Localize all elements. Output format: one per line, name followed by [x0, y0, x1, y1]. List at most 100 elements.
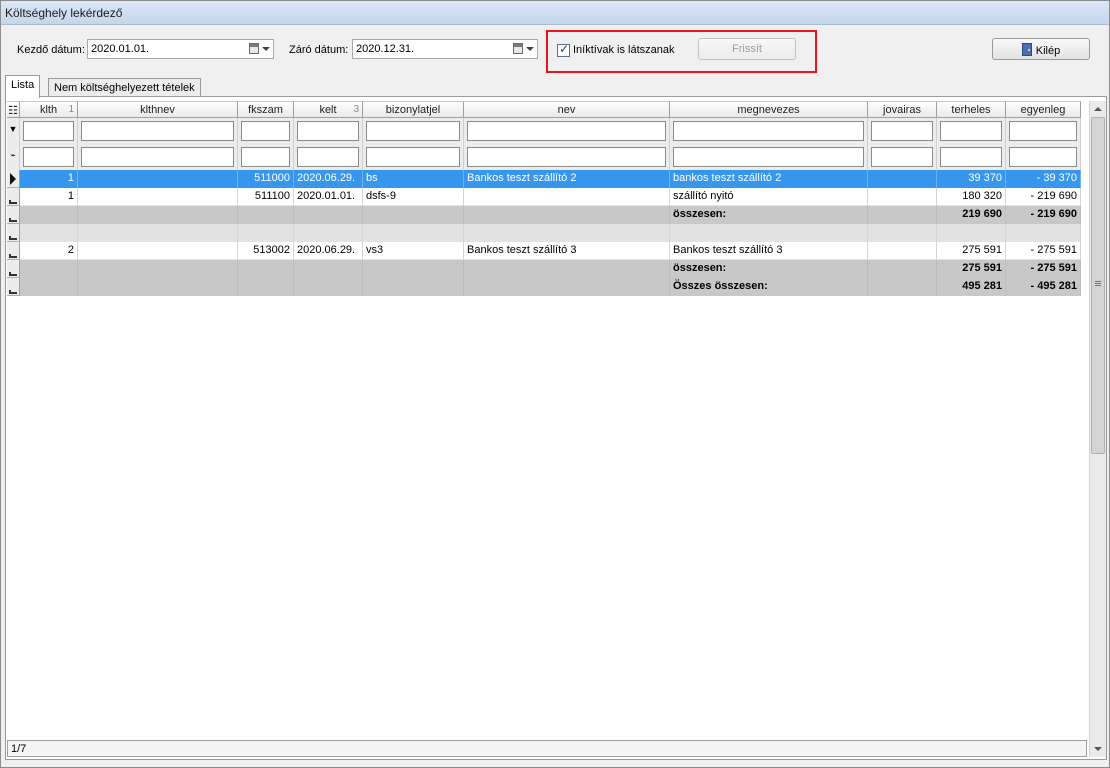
- filter-input-jovairas[interactable]: [871, 121, 933, 141]
- search-input-nev[interactable]: [467, 147, 666, 167]
- search-input-jovairas[interactable]: [871, 147, 933, 167]
- row-indicator[interactable]: [7, 242, 20, 260]
- column-header-megnevezes[interactable]: megnevezes: [670, 101, 868, 118]
- exit-button[interactable]: Kilép: [992, 38, 1090, 60]
- column-header-label: fkszam: [248, 104, 283, 116]
- column-chooser-icon[interactable]: ☷: [7, 101, 20, 118]
- current-row-pointer-icon: [10, 173, 16, 185]
- filter-cell-jovairas: [868, 118, 937, 144]
- cell-megnevezes: Bankos teszt szállító 3: [670, 242, 868, 260]
- column-header-kelt[interactable]: kelt 3: [294, 101, 363, 118]
- end-date-value: 2020.12.31.: [356, 43, 415, 55]
- cell-egyenleg: - 219 690: [1006, 206, 1081, 224]
- column-header-egyenleg[interactable]: egyenleg: [1006, 101, 1081, 118]
- filter-input-terheles[interactable]: [940, 121, 1002, 141]
- cell-egyenleg: [1006, 224, 1081, 242]
- table-row[interactable]: 1 511000 2020.06.29. bs Bankos teszt szállít…: [7, 170, 1087, 188]
- inactive-checkbox[interactable]: ✓: [557, 42, 570, 57]
- cell-kelt: [294, 206, 363, 224]
- cell-jovairas: [868, 278, 937, 296]
- row-indicator[interactable]: [7, 188, 20, 206]
- search-input-kelt[interactable]: [297, 147, 359, 167]
- filter-cell-bizonylatjel: [363, 118, 464, 144]
- row-marker-icon: [9, 236, 17, 240]
- vertical-scrollbar[interactable]: [1089, 101, 1106, 757]
- search-cell-klthnev: [78, 144, 238, 170]
- search-input-klthnev[interactable]: [81, 147, 234, 167]
- search-cell-megnevezes: [670, 144, 868, 170]
- scrollbar-thumb[interactable]: [1091, 117, 1105, 454]
- row-indicator[interactable]: [7, 224, 20, 242]
- filter-input-klthnev[interactable]: [81, 121, 234, 141]
- tab-nem-koltseghelyezett[interactable]: Nem költséghelyezett tételek: [48, 78, 201, 98]
- search-input-egyenleg[interactable]: [1009, 147, 1077, 167]
- dropdown-arrow-icon: [262, 47, 270, 51]
- filter-input-klth[interactable]: [23, 121, 74, 141]
- cell-kelt: 2020.06.29.: [294, 170, 363, 188]
- search-input-bizonylatjel[interactable]: [366, 147, 460, 167]
- cell-klth: 1: [20, 170, 78, 188]
- cell-jovairas: [868, 224, 937, 242]
- search-input-megnevezes[interactable]: [673, 147, 864, 167]
- search-input-klth[interactable]: [23, 147, 74, 167]
- cell-fkszam: 513002: [238, 242, 294, 260]
- cell-megnevezes: szállító nyitó: [670, 188, 868, 206]
- filter-cell-egyenleg: [1006, 118, 1081, 144]
- filter-input-fkszam[interactable]: [241, 121, 290, 141]
- start-date-picker-button[interactable]: [249, 42, 271, 56]
- row-indicator[interactable]: [7, 278, 20, 296]
- cell-jovairas: [868, 206, 937, 224]
- cell-kelt: 2020.06.29.: [294, 242, 363, 260]
- column-header-fkszam[interactable]: fkszam: [238, 101, 294, 118]
- inactive-checkbox-label[interactable]: Iníktívak is látszanak: [573, 44, 675, 56]
- cell-terheles: 275 591: [937, 242, 1006, 260]
- end-date-field[interactable]: 2020.12.31.: [352, 39, 538, 59]
- filter-input-egyenleg[interactable]: [1009, 121, 1077, 141]
- search-input-fkszam[interactable]: [241, 147, 290, 167]
- cell-egyenleg: - 219 690: [1006, 188, 1081, 206]
- filter-input-nev[interactable]: [467, 121, 666, 141]
- filter-cell-megnevezes: [670, 118, 868, 144]
- cell-kelt: [294, 260, 363, 278]
- column-header-nev[interactable]: nev: [464, 101, 670, 118]
- search-cell-egyenleg: [1006, 144, 1081, 170]
- cell-klthnev: [78, 260, 238, 278]
- refresh-button[interactable]: Frissít: [698, 38, 796, 60]
- scroll-up-icon[interactable]: [1094, 107, 1102, 111]
- main-window: Költséghely lekérdező Kezdő dátum: 2020.…: [0, 0, 1110, 768]
- end-date-picker-button[interactable]: [513, 42, 535, 56]
- row-indicator[interactable]: [7, 170, 20, 188]
- column-header-terheles[interactable]: terheles: [937, 101, 1006, 118]
- start-date-field[interactable]: 2020.01.01.: [87, 39, 274, 59]
- search-cell-fkszam: [238, 144, 294, 170]
- tab-lista[interactable]: Lista: [5, 75, 41, 98]
- cell-klth: 2: [20, 242, 78, 260]
- column-header-klthnev[interactable]: klthnev: [78, 101, 238, 118]
- search-input-terheles[interactable]: [940, 147, 1002, 167]
- cell-nev: [464, 206, 670, 224]
- cell-bizonylatjel: [363, 206, 464, 224]
- column-header-bizonylatjel[interactable]: bizonylatjel: [363, 101, 464, 118]
- cell-fkszam: [238, 206, 294, 224]
- filter-input-kelt[interactable]: [297, 121, 359, 141]
- row-indicator[interactable]: [7, 206, 20, 224]
- cell-terheles: 495 281: [937, 278, 1006, 296]
- row-indicator[interactable]: [7, 260, 20, 278]
- row-marker-icon: [9, 218, 17, 222]
- calendar-icon: [249, 43, 259, 54]
- column-header-label: jovairas: [883, 104, 921, 116]
- filter-input-megnevezes[interactable]: [673, 121, 864, 141]
- cell-nev: Bankos teszt szállító 2: [464, 170, 670, 188]
- column-header-jovairas[interactable]: jovairas: [868, 101, 937, 118]
- scroll-down-icon[interactable]: [1094, 747, 1102, 751]
- calendar-icon: [513, 43, 523, 54]
- filter-input-bizonylatjel[interactable]: [366, 121, 460, 141]
- end-date-label: Záró dátum:: [289, 44, 349, 56]
- table-row[interactable]: 2 513002 2020.06.29. vs3 Bankos teszt szállí…: [7, 242, 1087, 260]
- cell-klthnev: [78, 224, 238, 242]
- column-header-klth[interactable]: klth 1: [20, 101, 78, 118]
- cell-klthnev: [78, 242, 238, 260]
- table-row[interactable]: 1 511100 2020.01.01. dsfs-9 szállító nyitó 18…: [7, 188, 1087, 206]
- cell-terheles: [937, 224, 1006, 242]
- cell-fkszam: 511100: [238, 188, 294, 206]
